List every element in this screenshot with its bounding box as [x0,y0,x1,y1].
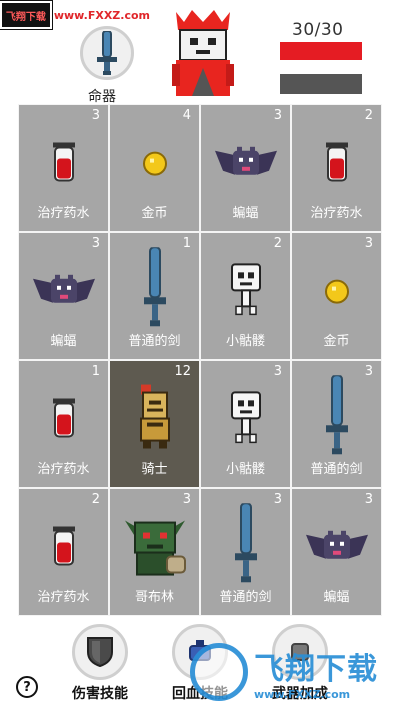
card-count: 3 [273,492,282,507]
bat-icon [32,273,95,313]
watermark-bottom: 飞翔下载 www.FXXZ.com [190,638,395,706]
card-count: 3 [273,364,282,379]
damage-skill-button[interactable] [72,624,128,680]
card-name: 蝙蝠 [232,206,259,221]
potion-icon [51,142,77,186]
card-count: 1 [91,364,100,379]
card-count: 3 [364,364,373,379]
grid-cell[interactable]: 3 普通的剑 [201,489,290,615]
grid-cell[interactable]: 3 哥布林 [110,489,199,615]
watermark-url: www.FXXZ.com [53,8,150,22]
sword-icon [233,502,259,587]
help-button[interactable]: ? [16,676,38,698]
card-count: 3 [91,108,100,123]
watermark-logo: 飞翔下载 [0,0,53,30]
weapon-slot-button[interactable] [80,26,134,80]
card-name: 小骷髅 [225,334,265,349]
grid-cell[interactable]: 2 治疗药水 [292,105,381,231]
skill-damage[interactable]: 伤害技能 [58,624,142,703]
xp-bar [280,74,362,94]
potion-icon [324,142,350,186]
card-name: 普通的剑 [310,462,363,477]
skill-label-damage: 伤害技能 [72,686,128,702]
skeleton-icon [228,390,264,448]
skeleton-icon [228,262,264,320]
card-count: 1 [182,236,191,251]
coin-icon [324,279,350,309]
card-name: 治疗药水 [37,462,90,477]
card-name: 金币 [141,206,168,221]
hp-text: 30/30 [292,20,344,40]
sword-icon [324,374,350,459]
card-count: 3 [364,492,373,507]
card-name: 哥布林 [134,590,174,605]
sword-icon [142,246,168,331]
grid-cell[interactable]: 2 小骷髅 [201,233,290,359]
grid-cell[interactable]: 3 蝙蝠 [292,489,381,615]
shield-icon [87,637,113,668]
grid-cell[interactable]: 3 蝙蝠 [19,233,108,359]
card-count: 2 [364,108,373,123]
watermark-bottom-text: 飞翔下载 [254,651,378,687]
watermark-bottom-url: www.FXXZ.com [254,687,351,701]
card-name: 蝙蝠 [323,590,350,605]
watermark-top: 飞翔下载 www.FXXZ.com [0,0,150,30]
card-name: 治疗药水 [37,590,90,605]
card-count: 3 [364,236,373,251]
knight-icon [135,384,175,453]
xp-bar-fill [280,74,362,94]
card-count: 4 [182,108,191,123]
potion-icon [51,398,77,442]
card-count: 12 [174,364,191,379]
sword-icon [97,31,117,75]
card-count: 2 [91,492,100,507]
card-name: 普通的剑 [219,590,272,605]
weapon-label: 命器 [88,89,116,105]
card-name: 蝙蝠 [50,334,77,349]
card-count: 2 [273,236,282,251]
grid-cell[interactable]: 2 治疗药水 [19,489,108,615]
potion-icon [51,526,77,570]
grid-cell[interactable]: 3 小骷髅 [201,361,290,487]
card-count: 3 [273,108,282,123]
grid-cell[interactable]: 4 金币 [110,105,199,231]
card-name: 金币 [323,334,350,349]
bat-icon [214,145,277,185]
grid-cell[interactable]: 3 普通的剑 [292,361,381,487]
hp-bar [280,42,362,60]
card-name: 小骷髅 [225,462,265,477]
bat-icon [305,529,368,569]
card-name: 治疗药水 [310,206,363,221]
card-grid: 3 治疗药水 4 金币 3 蝙蝠 2 治疗药水 3 蝙蝠 1 普通的剑 2 小骷髅 3 金币 1 治疗药水 12 骑士… [18,104,382,616]
grid-cell[interactable]: 3 金币 [292,233,381,359]
grid-cell[interactable]: 12 骑士 [110,361,199,487]
hero-portrait-icon [172,10,234,96]
grid-cell[interactable]: 1 普通的剑 [110,233,199,359]
grid-cell[interactable]: 3 治疗药水 [19,105,108,231]
card-name: 治疗药水 [37,206,90,221]
card-count: 3 [182,492,191,507]
coin-icon [142,151,168,181]
goblin-icon [123,513,187,581]
hp-bar-fill [280,42,362,60]
card-name: 普通的剑 [128,334,181,349]
card-name: 骑士 [141,462,168,477]
watermark-circle-icon [190,643,248,701]
grid-cell[interactable]: 1 治疗药水 [19,361,108,487]
grid-cell[interactable]: 3 蝙蝠 [201,105,290,231]
card-count: 3 [91,236,100,251]
